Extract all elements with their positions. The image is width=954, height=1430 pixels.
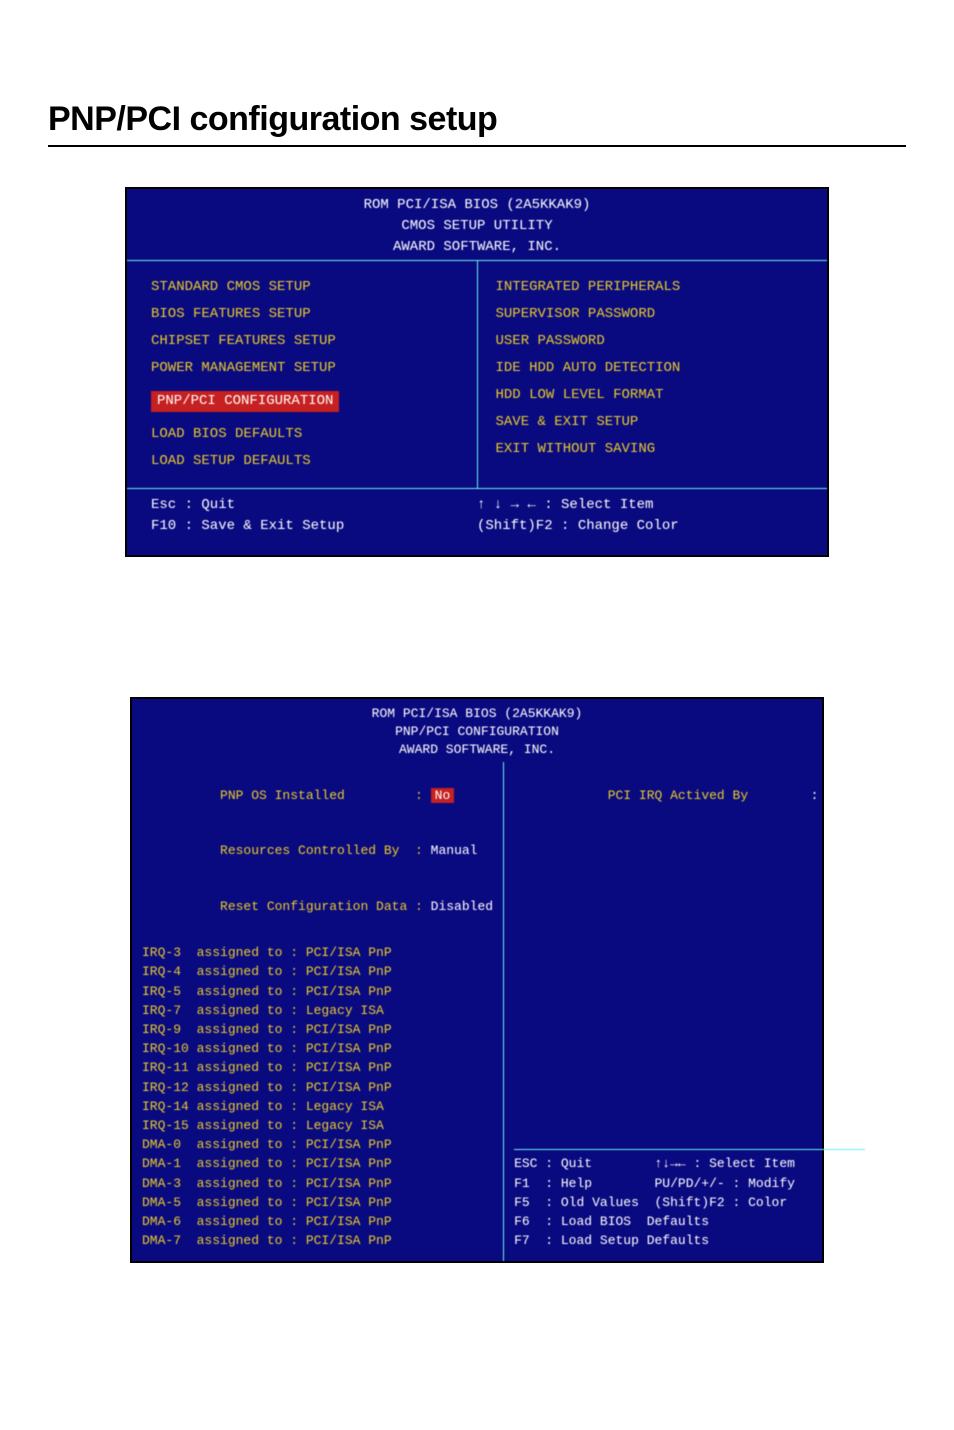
opt-label: Resources Controlled By	[220, 843, 399, 858]
footer-f10: F10 : Save & Exit Setup	[151, 516, 477, 537]
opt-label: PCI IRQ Actived By	[608, 788, 748, 803]
page-title: PNP/PCI configuration setup	[48, 100, 906, 139]
menu-item[interactable]: LOAD BIOS DEFAULTS	[151, 424, 459, 445]
assignment-row[interactable]: DMA-7 assigned to : PCI/ISA PnP	[142, 1232, 493, 1250]
bios-header-line3: AWARD SOFTWARE, INC.	[127, 237, 827, 258]
opt-pnp-os[interactable]: PNP OS Installed : No	[142, 769, 493, 824]
menu-item[interactable]: IDE HDD AUTO DETECTION	[496, 358, 804, 379]
key-line: F5 : Old Values (Shift)F2 : Color	[514, 1194, 865, 1212]
menu-item[interactable]: LOAD SETUP DEFAULTS	[151, 451, 459, 472]
assignment-row[interactable]: DMA-1 assigned to : PCI/ISA PnP	[142, 1155, 493, 1173]
assignment-row[interactable]: IRQ-14 assigned to : Legacy ISA	[142, 1098, 493, 1116]
footer-esc: Esc : Quit	[151, 495, 477, 516]
menu-item-selected[interactable]: PNP/PCI CONFIGURATION	[151, 391, 339, 412]
assignment-row[interactable]: IRQ-12 assigned to : PCI/ISA PnP	[142, 1079, 493, 1097]
assignment-row[interactable]: DMA-3 assigned to : PCI/ISA PnP	[142, 1175, 493, 1193]
assignment-row[interactable]: DMA-5 assigned to : PCI/ISA PnP	[142, 1194, 493, 1212]
bios-header-line2: CMOS SETUP UTILITY	[127, 216, 827, 237]
menu-item[interactable]: CHIPSET FEATURES SETUP	[151, 331, 459, 352]
assignment-row[interactable]: DMA-6 assigned to : PCI/ISA PnP	[142, 1213, 493, 1231]
opt-resources[interactable]: Resources Controlled By : Manual	[142, 824, 493, 879]
opt-reset-config[interactable]: Reset Configuration Data : Disabled	[142, 880, 493, 935]
bios2-header-line1: ROM PCI/ISA BIOS (2A5KKAK9)	[132, 705, 822, 723]
key-line: F7 : Load Setup Defaults	[514, 1232, 865, 1250]
key-line: ESC : Quit ↑↓→← : Select Item	[514, 1155, 865, 1173]
key-line: F1 : Help PU/PD/+/- : Modify	[514, 1175, 865, 1193]
title-rule	[48, 145, 906, 147]
assignment-row[interactable]: IRQ-10 assigned to : PCI/ISA PnP	[142, 1040, 493, 1058]
menu-item[interactable]: SAVE & EXIT SETUP	[496, 412, 804, 433]
menu-item[interactable]: INTEGRATED PERIPHERALS	[496, 277, 804, 298]
opt-pci-irq-actived[interactable]: PCI IRQ Actived By : Level	[514, 769, 865, 824]
key-help: ESC : Quit ↑↓→← : Select Item F1 : Help …	[514, 1149, 865, 1251]
assignment-list: IRQ-3 assigned to : PCI/ISA PnPIRQ-4 ass…	[142, 944, 493, 1250]
bios2-right-pane: PCI IRQ Actived By : Level ESC : Quit ↑↓…	[504, 762, 875, 1262]
bios2-header: ROM PCI/ISA BIOS (2A5KKAK9) PNP/PCI CONF…	[132, 699, 822, 762]
footer-shiftf2: (Shift)F2 : Change Color	[477, 516, 803, 537]
bios-menu-right: INTEGRATED PERIPHERALS SUPERVISOR PASSWO…	[496, 271, 804, 478]
opt-label: Reset Configuration Data	[220, 899, 407, 914]
assignment-row[interactable]: IRQ-15 assigned to : Legacy ISA	[142, 1117, 493, 1135]
bios-main-menu: ROM PCI/ISA BIOS (2A5KKAK9) CMOS SETUP U…	[125, 187, 829, 557]
menu-item[interactable]: HDD LOW LEVEL FORMAT	[496, 385, 804, 406]
menu-item[interactable]: STANDARD CMOS SETUP	[151, 277, 459, 298]
bios-pnp-pci-screen: ROM PCI/ISA BIOS (2A5KKAK9) PNP/PCI CONF…	[130, 697, 824, 1263]
opt-value: Manual	[431, 843, 478, 858]
menu-item[interactable]: BIOS FEATURES SETUP	[151, 304, 459, 325]
bios-header: ROM PCI/ISA BIOS (2A5KKAK9) CMOS SETUP U…	[127, 189, 827, 260]
assignment-row[interactable]: IRQ-11 assigned to : PCI/ISA PnP	[142, 1059, 493, 1077]
key-line: F6 : Load BIOS Defaults	[514, 1213, 865, 1231]
assignment-row[interactable]: IRQ-9 assigned to : PCI/ISA PnP	[142, 1021, 493, 1039]
assignment-row[interactable]: IRQ-5 assigned to : PCI/ISA PnP	[142, 983, 493, 1001]
menu-item[interactable]: POWER MANAGEMENT SETUP	[151, 358, 459, 379]
bios2-header-line3: AWARD SOFTWARE, INC.	[132, 741, 822, 759]
opt-value: Disabled	[431, 899, 493, 914]
bios-footer: Esc : Quit F10 : Save & Exit Setup ↑ ↓ →…	[127, 489, 827, 555]
bios2-header-line2: PNP/PCI CONFIGURATION	[132, 723, 822, 741]
assignment-row[interactable]: DMA-0 assigned to : PCI/ISA PnP	[142, 1136, 493, 1154]
bios2-left-pane: PNP OS Installed : No Resources Controll…	[132, 762, 504, 1262]
assignment-row[interactable]: IRQ-7 assigned to : Legacy ISA	[142, 1002, 493, 1020]
menu-item[interactable]: USER PASSWORD	[496, 331, 804, 352]
assignment-row[interactable]: IRQ-3 assigned to : PCI/ISA PnP	[142, 944, 493, 962]
opt-label: PNP OS Installed	[220, 788, 345, 803]
footer-arrows: ↑ ↓ → ← : Select Item	[477, 495, 803, 516]
opt-value: No	[431, 788, 455, 803]
menu-item[interactable]: SUPERVISOR PASSWORD	[496, 304, 804, 325]
bios-header-line1: ROM PCI/ISA BIOS (2A5KKAK9)	[127, 195, 827, 216]
menu-item[interactable]: EXIT WITHOUT SAVING	[496, 439, 804, 460]
bios-menu-left: STANDARD CMOS SETUP BIOS FEATURES SETUP …	[151, 271, 459, 478]
menu-divider	[477, 261, 478, 488]
opt-value: : Level	[811, 788, 866, 803]
assignment-row[interactable]: IRQ-4 assigned to : PCI/ISA PnP	[142, 963, 493, 981]
